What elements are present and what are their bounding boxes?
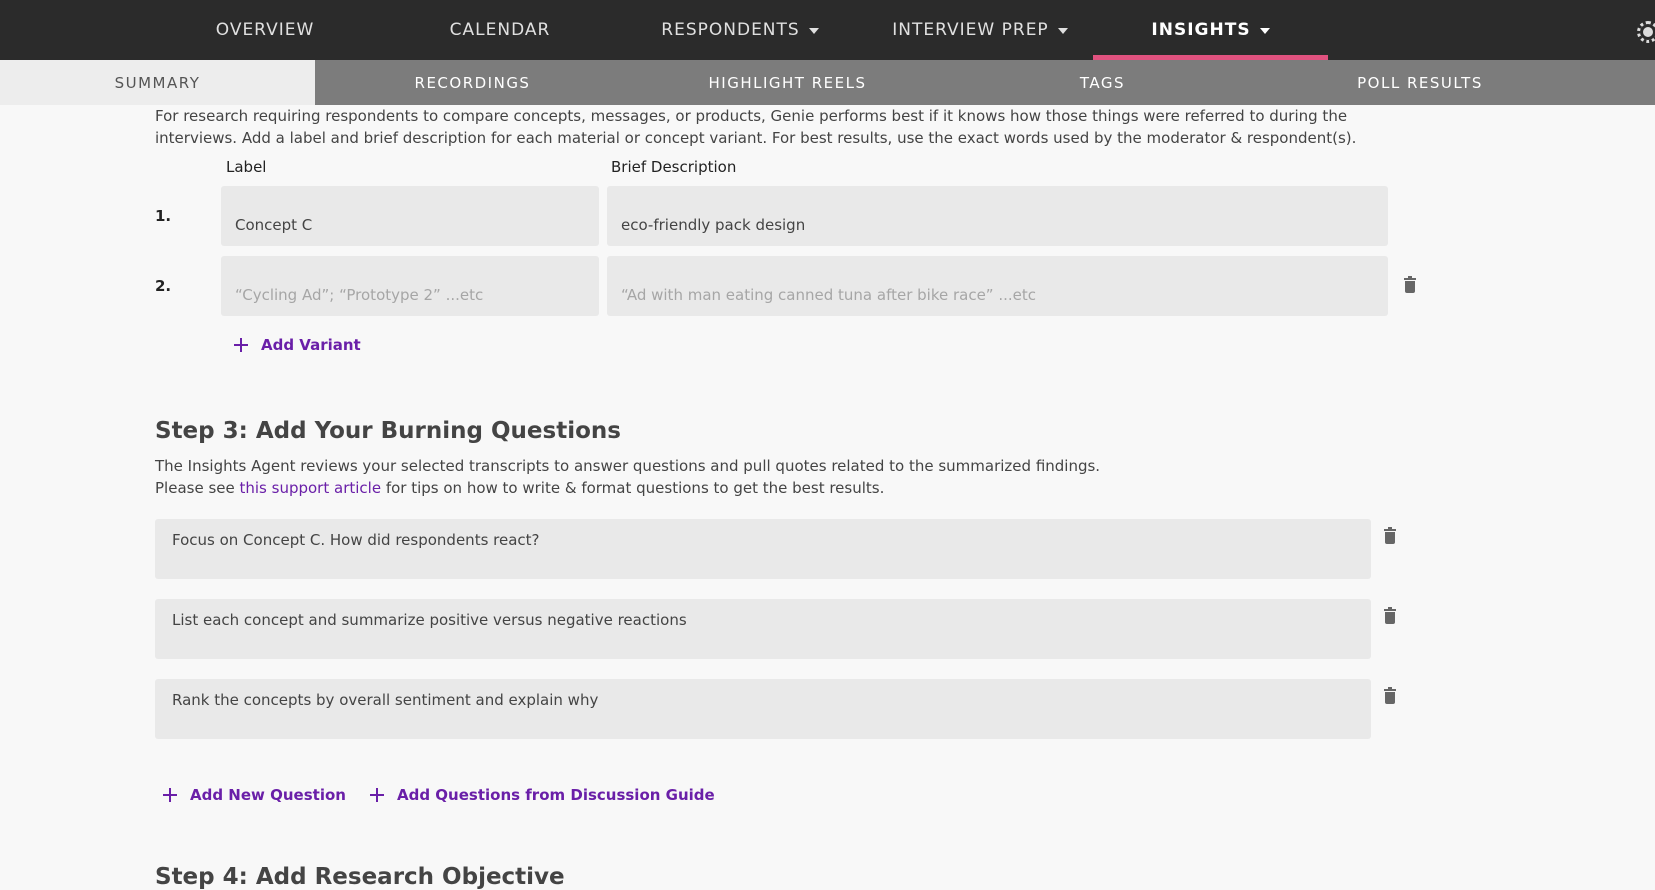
question-text: List each concept and summarize positive… [172,611,687,629]
question-input[interactable]: List each concept and summarize positive… [155,599,1371,659]
step-3-description: The Insights Agent reviews your selected… [155,455,1100,499]
tab-summary-label: SUMMARY [114,73,201,92]
nav-insights[interactable]: INSIGHTS [1093,0,1328,60]
trash-icon[interactable] [1384,687,1396,704]
add-variant-button[interactable]: Add Variant [234,336,361,354]
plus-icon [370,788,384,802]
add-new-question-label: Add New Question [190,786,346,804]
add-questions-from-guide-button[interactable]: Add Questions from Discussion Guide [370,786,715,804]
step-3-description-line-2: Please see this support article for tips… [155,477,1100,499]
nav-calendar-label: CALENDAR [449,20,551,40]
desc-suffix: for tips on how to write & format questi… [381,479,885,497]
nav-overview-label: OVERVIEW [215,20,315,40]
question-input[interactable]: Focus on Concept C. How did respondents … [155,519,1371,579]
tab-highlight-reels[interactable]: HIGHLIGHT REELS [630,60,945,105]
nav-interview-prep-label: INTERVIEW PREP [892,20,1049,40]
trash-icon[interactable] [1384,527,1396,544]
chevron-down-icon [1057,28,1068,34]
variant-row-number: 1. [155,207,172,225]
nav-overview[interactable]: OVERVIEW [175,0,355,60]
tab-tags-label: TAGS [1079,73,1126,92]
sub-nav: SUMMARY RECORDINGS HIGHLIGHT REELS TAGS … [0,60,1655,105]
step-4-heading: Step 4: Add Research Objective [155,864,565,890]
label-column-header: Label [226,158,267,176]
variants-intro-line-1: For research requiring respondents to co… [155,107,1348,125]
variant-label-value: Concept C [235,216,313,234]
support-article-link[interactable]: this support article [240,479,382,497]
variant-label-placeholder: “Cycling Ad”; “Prototype 2” ...etc [235,286,484,304]
plus-icon [163,788,177,802]
description-column-header: Brief Description [611,158,737,176]
trash-icon[interactable] [1404,276,1416,293]
tab-poll-results-label: POLL RESULTS [1357,73,1483,92]
nav-calendar[interactable]: CALENDAR [410,0,590,60]
tab-summary[interactable]: SUMMARY [0,60,315,105]
plus-icon [234,338,248,352]
tab-recordings-label: RECORDINGS [414,73,531,92]
variant-label-input[interactable]: Concept C [221,186,599,246]
trash-icon[interactable] [1384,607,1396,624]
add-questions-from-guide-label: Add Questions from Discussion Guide [397,786,715,804]
variant-description-input[interactable]: “Ad with man eating canned tuna after bi… [607,256,1388,316]
nav-interview-prep[interactable]: INTERVIEW PREP [870,0,1090,60]
nav-insights-label: INSIGHTS [1151,20,1251,40]
variant-description-value: eco-friendly pack design [621,216,806,234]
variants-intro-line-2: interviews. Add a label and brief descri… [155,129,1357,147]
variant-label-input[interactable]: “Cycling Ad”; “Prototype 2” ...etc [221,256,599,316]
variant-description-input[interactable]: eco-friendly pack design [607,186,1388,246]
top-nav: OVERVIEW CALENDAR RESPONDENTS INTERVIEW … [0,0,1655,60]
nav-respondents-label: RESPONDENTS [661,20,800,40]
variant-description-placeholder: “Ad with man eating canned tuna after bi… [621,286,1037,304]
tab-highlight-reels-label: HIGHLIGHT REELS [708,73,867,92]
question-input[interactable]: Rank the concepts by overall sentiment a… [155,679,1371,739]
add-variant-label: Add Variant [261,336,361,354]
tab-tags[interactable]: TAGS [945,60,1260,105]
variants-intro: For research requiring respondents to co… [155,105,1395,149]
chevron-down-icon [1259,28,1270,34]
variant-row-number: 2. [155,277,172,295]
desc-prefix: Please see [155,479,240,497]
question-text: Rank the concepts by overall sentiment a… [172,691,599,709]
tab-poll-results[interactable]: POLL RESULTS [1260,60,1580,105]
step-3-description-line-1: The Insights Agent reviews your selected… [155,457,1101,475]
chevron-down-icon [808,28,819,34]
question-text: Focus on Concept C. How did respondents … [172,531,540,549]
gear-icon[interactable] [1637,21,1655,43]
step-3-heading: Step 3: Add Your Burning Questions [155,418,621,444]
nav-respondents[interactable]: RESPONDENTS [640,0,840,60]
add-new-question-button[interactable]: Add New Question [163,786,346,804]
tab-recordings[interactable]: RECORDINGS [315,60,630,105]
